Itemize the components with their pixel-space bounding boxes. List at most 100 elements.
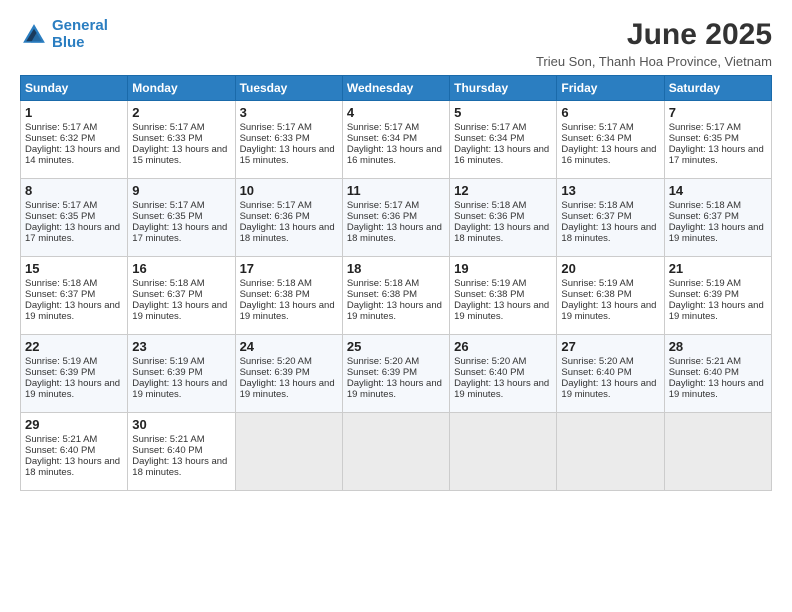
day-number: 3 [240, 105, 338, 120]
daylight-text: Daylight: 13 hours and 19 minutes. [347, 378, 442, 400]
day-cell [557, 413, 664, 491]
daylight-text: Daylight: 13 hours and 19 minutes. [347, 300, 442, 322]
sunrise-text: Sunrise: 5:18 AM [132, 278, 204, 289]
day-number: 19 [454, 261, 552, 276]
sunset-text: Sunset: 6:40 PM [669, 367, 739, 378]
sunset-text: Sunset: 6:37 PM [561, 211, 631, 222]
sunset-text: Sunset: 6:35 PM [132, 211, 202, 222]
daylight-text: Daylight: 13 hours and 19 minutes. [561, 300, 656, 322]
sunrise-text: Sunrise: 5:18 AM [561, 200, 633, 211]
day-cell: 29Sunrise: 5:21 AMSunset: 6:40 PMDayligh… [21, 413, 128, 491]
day-cell [235, 413, 342, 491]
day-cell: 1Sunrise: 5:17 AMSunset: 6:32 PMDaylight… [21, 101, 128, 179]
daylight-text: Daylight: 13 hours and 19 minutes. [454, 300, 549, 322]
day-cell [664, 413, 771, 491]
daylight-text: Daylight: 13 hours and 19 minutes. [132, 300, 227, 322]
col-wednesday: Wednesday [342, 76, 449, 101]
day-number: 17 [240, 261, 338, 276]
header-row: Sunday Monday Tuesday Wednesday Thursday… [21, 76, 772, 101]
sunset-text: Sunset: 6:38 PM [240, 289, 310, 300]
col-friday: Friday [557, 76, 664, 101]
day-cell: 20 Sunrise: 5:19 AMSunset: 6:38 PMDayligh… [557, 257, 664, 335]
day-cell: 10Sunrise: 5:17 AMSunset: 6:36 PMDayligh… [235, 179, 342, 257]
day-number: 9 [132, 183, 230, 198]
day-cell: 2Sunrise: 5:17 AMSunset: 6:33 PMDaylight… [128, 101, 235, 179]
day-number: 8 [25, 183, 123, 198]
sunset-text: Sunset: 6:39 PM [669, 289, 739, 300]
daylight-text: Daylight: 13 hours and 15 minutes. [240, 144, 335, 166]
sunset-text: Sunset: 6:37 PM [132, 289, 202, 300]
daylight-text: Daylight: 13 hours and 17 minutes. [669, 144, 764, 166]
day-cell: 28Sunrise: 5:21 AMSunset: 6:40 PMDayligh… [664, 335, 771, 413]
sunset-text: Sunset: 6:40 PM [132, 445, 202, 456]
daylight-text: Daylight: 13 hours and 17 minutes. [25, 222, 120, 244]
sunrise-text: Sunrise: 5:17 AM [454, 122, 526, 133]
page: General Blue June 2025 Trieu Son, Thanh … [0, 0, 792, 612]
sunrise-text: Sunrise: 5:17 AM [25, 122, 97, 133]
day-number: 27 [561, 339, 659, 354]
sunset-text: Sunset: 6:36 PM [454, 211, 524, 222]
sunrise-text: Sunrise: 5:18 AM [669, 200, 741, 211]
sunrise-text: Sunrise: 5:20 AM [454, 356, 526, 367]
sunrise-text: Sunrise: 5:20 AM [240, 356, 312, 367]
sunrise-text: Sunrise: 5:18 AM [25, 278, 97, 289]
day-number: 26 [454, 339, 552, 354]
day-number: 5 [454, 105, 552, 120]
logo: General Blue [20, 18, 108, 51]
sunrise-text: Sunrise: 5:17 AM [347, 200, 419, 211]
daylight-text: Daylight: 13 hours and 19 minutes. [132, 378, 227, 400]
day-cell: 9Sunrise: 5:17 AMSunset: 6:35 PMDaylight… [128, 179, 235, 257]
daylight-text: Daylight: 13 hours and 19 minutes. [669, 300, 764, 322]
week-row-3: 15Sunrise: 5:18 AMSunset: 6:37 PMDayligh… [21, 257, 772, 335]
day-cell: 14Sunrise: 5:18 AMSunset: 6:37 PMDayligh… [664, 179, 771, 257]
sunset-text: Sunset: 6:34 PM [347, 133, 417, 144]
sunset-text: Sunset: 6:40 PM [25, 445, 95, 456]
sunset-text: Sunset: 6:34 PM [454, 133, 524, 144]
day-number: 15 [25, 261, 123, 276]
sunset-text: Sunset: 6:36 PM [240, 211, 310, 222]
day-number: 10 [240, 183, 338, 198]
day-cell: 6Sunrise: 5:17 AMSunset: 6:34 PMDaylight… [557, 101, 664, 179]
sunrise-text: Sunrise: 5:17 AM [25, 200, 97, 211]
day-number: 21 [669, 261, 767, 276]
sunrise-text: Sunrise: 5:19 AM [561, 278, 633, 289]
daylight-text: Daylight: 13 hours and 19 minutes. [561, 378, 656, 400]
sunset-text: Sunset: 6:32 PM [25, 133, 95, 144]
sunset-text: Sunset: 6:38 PM [454, 289, 524, 300]
logo-line2: Blue [52, 34, 85, 51]
daylight-text: Daylight: 13 hours and 16 minutes. [347, 144, 442, 166]
day-number: 20 [561, 261, 659, 276]
sunset-text: Sunset: 6:39 PM [25, 367, 95, 378]
sunset-text: Sunset: 6:36 PM [347, 211, 417, 222]
sunrise-text: Sunrise: 5:17 AM [561, 122, 633, 133]
day-number: 16 [132, 261, 230, 276]
week-row-2: 8Sunrise: 5:17 AMSunset: 6:35 PMDaylight… [21, 179, 772, 257]
sunrise-text: Sunrise: 5:18 AM [454, 200, 526, 211]
sunset-text: Sunset: 6:35 PM [669, 133, 739, 144]
sunrise-text: Sunrise: 5:17 AM [240, 200, 312, 211]
daylight-text: Daylight: 13 hours and 16 minutes. [454, 144, 549, 166]
daylight-text: Daylight: 13 hours and 19 minutes. [669, 378, 764, 400]
day-number: 11 [347, 183, 445, 198]
sunrise-text: Sunrise: 5:18 AM [240, 278, 312, 289]
sunrise-text: Sunrise: 5:17 AM [132, 200, 204, 211]
sunset-text: Sunset: 6:38 PM [561, 289, 631, 300]
day-cell: 27Sunrise: 5:20 AMSunset: 6:40 PMDayligh… [557, 335, 664, 413]
header: General Blue June 2025 Trieu Son, Thanh … [20, 18, 772, 69]
col-monday: Monday [128, 76, 235, 101]
day-number: 25 [347, 339, 445, 354]
sunrise-text: Sunrise: 5:21 AM [669, 356, 741, 367]
logo-line1: General [52, 17, 108, 34]
day-number: 29 [25, 417, 123, 432]
sunrise-text: Sunrise: 5:21 AM [132, 434, 204, 445]
calendar-title: June 2025 [536, 18, 772, 52]
day-number: 7 [669, 105, 767, 120]
day-number: 18 [347, 261, 445, 276]
daylight-text: Daylight: 13 hours and 18 minutes. [347, 222, 442, 244]
day-number: 22 [25, 339, 123, 354]
sunset-text: Sunset: 6:40 PM [561, 367, 631, 378]
day-cell: 4Sunrise: 5:17 AMSunset: 6:34 PMDaylight… [342, 101, 449, 179]
sunset-text: Sunset: 6:39 PM [132, 367, 202, 378]
sunrise-text: Sunrise: 5:18 AM [347, 278, 419, 289]
daylight-text: Daylight: 13 hours and 19 minutes. [669, 222, 764, 244]
